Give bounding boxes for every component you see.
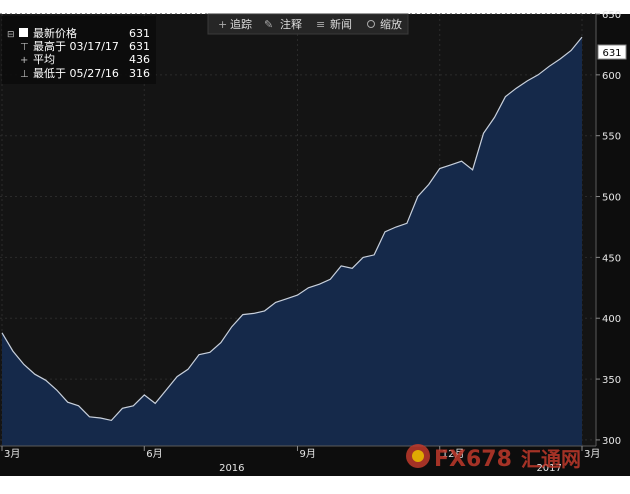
legend-row-low: ⊥ 最低于 05/27/16 316 — [20, 67, 150, 80]
toolbar-track-label: 追踪 — [230, 17, 252, 31]
legend-label-high: 最高于 03/17/17 — [33, 39, 119, 53]
toolbar-zoom-label: 缩放 — [380, 17, 402, 31]
collapse-icon[interactable]: ⊟ — [7, 30, 15, 40]
high-marker-icon: ⊤ — [20, 42, 29, 53]
last-price-tag: 631 — [597, 44, 627, 60]
legend-label-low: 最低于 05/27/16 — [33, 67, 119, 80]
pencil-icon: ✎ — [264, 18, 273, 31]
y-tick-label: 650 — [602, 10, 621, 21]
legend-row-high: ⊤ 最高于 03/17/17 631 — [20, 39, 150, 53]
y-tick-label: 550 — [602, 132, 621, 143]
legend-label-avg: 平均 — [33, 53, 55, 66]
legend-label-last: 最新价格 — [33, 26, 77, 40]
y-tick-label: 400 — [602, 314, 621, 325]
x-tick-label: 6月 — [146, 448, 162, 460]
chart-container: 300 350 400 450 500 550 600 650 3月 6月 9月 12月 3月 2016… — [0, 0, 630, 490]
legend-value-high: 631 — [129, 40, 150, 53]
y-tick-label: 350 — [602, 375, 621, 386]
avg-marker-icon: + — [20, 55, 28, 66]
toolbar-track-button[interactable]: + 追踪 — [218, 17, 252, 31]
y-tick-label: 600 — [602, 71, 621, 82]
news-icon: ≡ — [316, 18, 325, 31]
legend-value-avg: 436 — [129, 53, 150, 66]
toolbar-annotate-button[interactable]: ✎ 注释 — [264, 17, 302, 31]
legend-swatch — [19, 28, 28, 37]
chart-toolbar: + 追踪 ✎ 注释 ≡ 新闻 缩放 — [207, 13, 409, 35]
x-tick-label: 3月 — [4, 448, 20, 460]
legend-value-last: 631 — [129, 27, 150, 40]
toolbar-news-label: 新闻 — [330, 17, 352, 31]
legend-box: ⊟ 最新价格 631 ⊤ 最高于 03/17/17 631 + 平均 436 ⊥… — [2, 16, 156, 84]
toolbar-annotate-label: 注释 — [280, 17, 302, 31]
price-chart: 300350400450500550600650 3月 6月 9月 12月 3月2016… — [0, 10, 630, 476]
watermark-cn: 汇通网 — [521, 447, 581, 471]
plus-icon: + — [218, 18, 227, 31]
x-tick-label: 3月 — [584, 448, 600, 460]
fx678-logo-inner — [412, 450, 424, 462]
y-tick-label: 450 — [602, 253, 621, 264]
y-tick-label: 500 — [602, 193, 621, 204]
toolbar-news-button[interactable]: ≡ 新闻 — [316, 17, 352, 31]
watermark-brand: FX678 — [434, 447, 512, 472]
legend-value-low: 316 — [129, 67, 150, 80]
y-tick-label: 300 — [602, 436, 621, 447]
low-marker-icon: ⊥ — [20, 69, 29, 80]
x-tick-label: 9月 — [299, 448, 315, 460]
last-price-tag-text: 631 — [602, 48, 621, 59]
x-year-label: 2016 — [219, 463, 244, 474]
